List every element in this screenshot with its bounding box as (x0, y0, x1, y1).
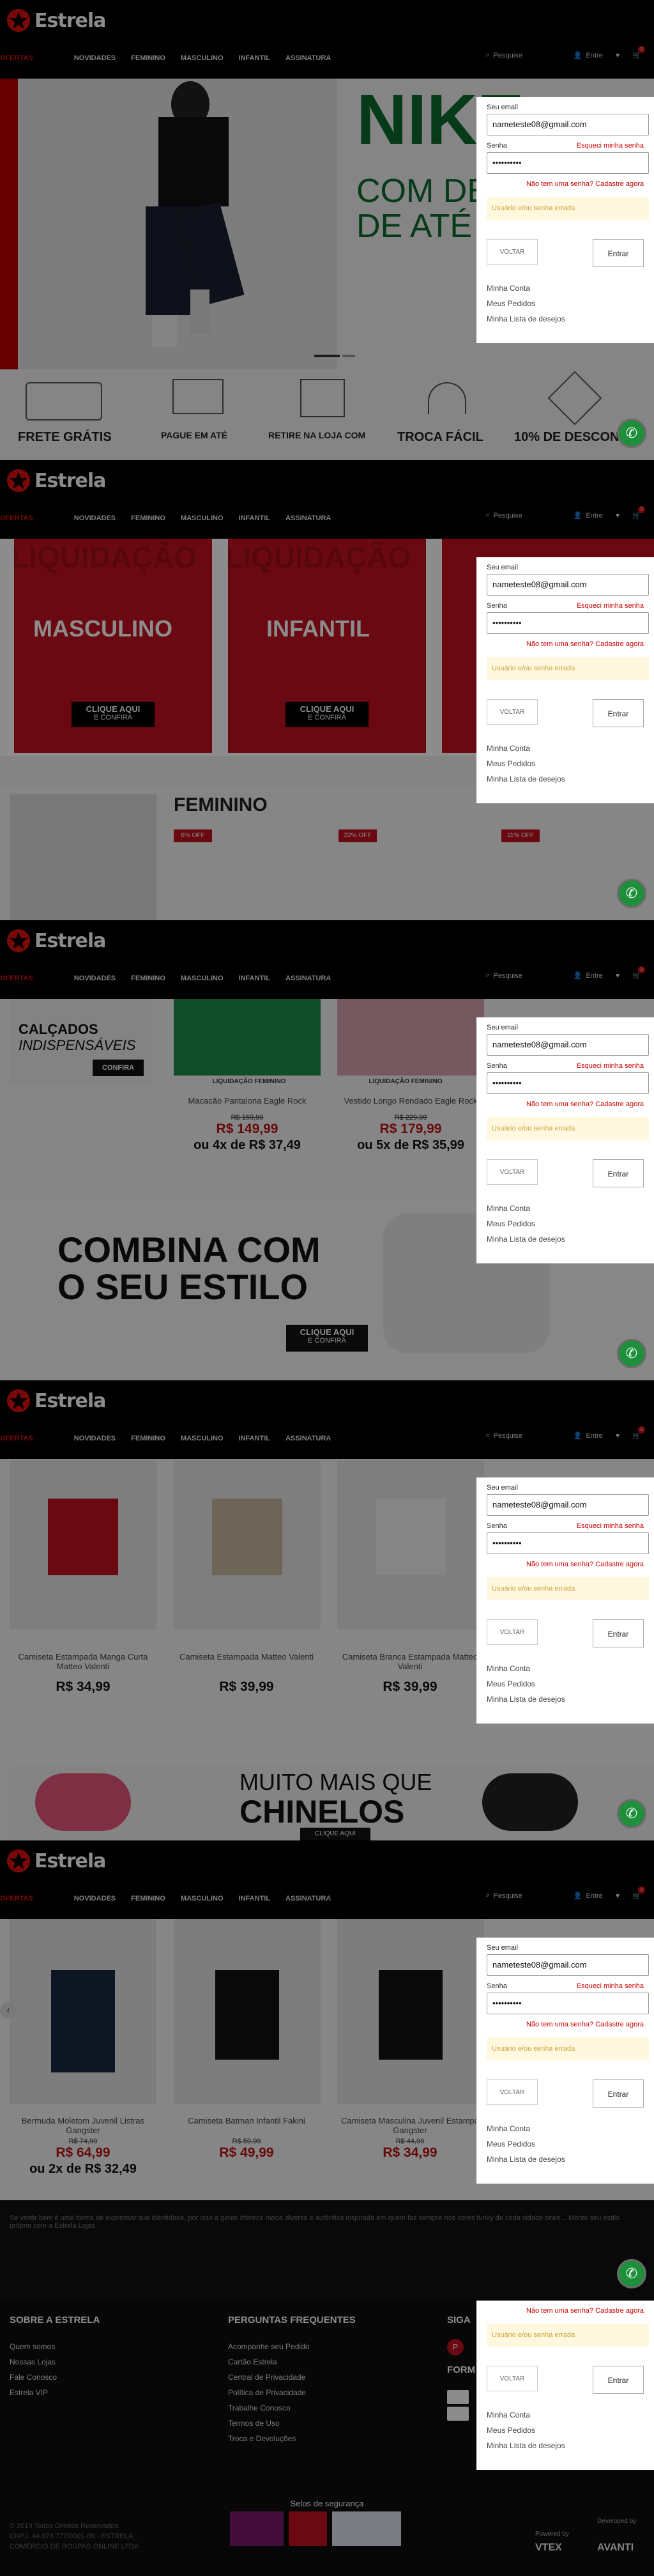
whatsapp-icon: ✆ (625, 2265, 638, 2281)
password-field[interactable]: •••••••••• (487, 152, 649, 174)
login-error-message: Usuário e/ou senha errada (487, 2324, 649, 2347)
wishlist-link[interactable]: Minha Lista de desejos (487, 1235, 649, 1244)
signup-link[interactable]: Não tem uma senha? Cadastre agora (482, 1100, 644, 1108)
password-label: Senha (487, 1062, 507, 1070)
whatsapp-icon: ✆ (625, 1345, 638, 1361)
whatsapp-button[interactable]: ✆ (617, 1339, 646, 1368)
whatsapp-button[interactable]: ✆ (617, 879, 646, 908)
email-label: Seu email (487, 1484, 518, 1492)
my-account-link[interactable]: Minha Conta (487, 2124, 649, 2133)
whatsapp-icon: ✆ (625, 425, 638, 441)
signup-link[interactable]: Não tem uma senha? Cadastre agora (482, 640, 644, 648)
viewport-3: Estrela OFERTAS NOVIDADES FEMININO MASCU… (0, 920, 654, 1380)
wishlist-link[interactable]: Minha Lista de desejos (487, 1695, 649, 1704)
forgot-password-link[interactable]: Esqueci minha senha (577, 1522, 644, 1530)
back-button[interactable]: VOLTAR (487, 2366, 538, 2391)
my-account-link[interactable]: Minha Conta (487, 1204, 649, 1213)
email-field[interactable]: nameteste08@gmail.com (487, 574, 649, 596)
forgot-password-link[interactable]: Esqueci minha senha (577, 1062, 644, 1070)
login-dropdown: Seu email nameteste08@gmail.com SenhaEsq… (476, 2301, 654, 2470)
viewport-5: Estrela OFERTAS NOVIDADES FEMININO MASCU… (0, 1840, 654, 2301)
password-label: Senha (487, 602, 507, 610)
my-orders-link[interactable]: Meus Pedidos (487, 1679, 649, 1688)
login-error-message: Usuário e/ou senha errada (487, 1577, 649, 1600)
login-error-message: Usuário e/ou senha errada (487, 2037, 649, 2060)
my-orders-link[interactable]: Meus Pedidos (487, 2140, 649, 2148)
email-field[interactable]: nameteste08@gmail.com (487, 114, 649, 135)
wishlist-link[interactable]: Minha Lista de desejos (487, 314, 649, 323)
email-label: Seu email (487, 564, 518, 571)
password-label: Senha (487, 1982, 507, 1990)
signup-link[interactable]: Não tem uma senha? Cadastre agora (482, 2021, 644, 2028)
enter-button[interactable]: Entrar (593, 1159, 644, 1187)
email-field[interactable]: nameteste08@gmail.com (487, 1494, 649, 1516)
my-account-link[interactable]: Minha Conta (487, 284, 649, 293)
password-field[interactable]: •••••••••• (487, 1532, 649, 1554)
forgot-password-link[interactable]: Esqueci minha senha (577, 602, 644, 610)
login-dropdown: Seu email nameteste08@gmail.com Senha Esq… (476, 97, 654, 343)
back-button[interactable]: VOLTAR (487, 699, 538, 725)
footer: SOBRE A ESTRELA Quem somos Nossas Lojas … (0, 2301, 654, 2576)
password-field[interactable]: •••••••••• (487, 1072, 649, 1094)
enter-button[interactable]: Entrar (593, 239, 644, 267)
forgot-password-link[interactable]: Esqueci minha senha (577, 1982, 644, 1990)
signup-link[interactable]: Não tem uma senha? Cadastre agora (482, 180, 644, 188)
password-field[interactable]: •••••••••• (487, 1993, 649, 2014)
my-account-link[interactable]: Minha Conta (487, 744, 649, 753)
email-field[interactable]: nameteste08@gmail.com (487, 1954, 649, 1976)
whatsapp-button[interactable]: ✆ (617, 419, 646, 448)
login-dropdown: Seu email nameteste08@gmail.com Senha Esq… (476, 1017, 654, 1263)
login-error-message: Usuário e/ou senha errada (487, 197, 649, 220)
back-button[interactable]: VOLTAR (487, 239, 538, 265)
back-button[interactable]: VOLTAR (487, 1619, 538, 1645)
my-orders-link[interactable]: Meus Pedidos (487, 299, 649, 308)
enter-button[interactable]: Entrar (593, 2366, 644, 2394)
login-dropdown: Seu email nameteste08@gmail.com Senha Esq… (476, 557, 654, 803)
my-orders-link[interactable]: Meus Pedidos (487, 759, 649, 768)
whatsapp-icon: ✆ (625, 885, 638, 901)
wishlist-link[interactable]: Minha Lista de desejos (487, 2441, 649, 2450)
forgot-password-link[interactable]: Esqueci minha senha (577, 142, 644, 150)
whatsapp-button[interactable]: ✆ (617, 2259, 646, 2288)
back-button[interactable]: VOLTAR (487, 1159, 538, 1185)
my-orders-link[interactable]: Meus Pedidos (487, 2426, 649, 2435)
signup-link[interactable]: Não tem uma senha? Cadastre agora (482, 1561, 644, 1568)
email-label: Seu email (487, 1944, 518, 1952)
password-label: Senha (487, 142, 507, 150)
wishlist-link[interactable]: Minha Lista de desejos (487, 775, 649, 783)
login-dropdown: Seu email nameteste08@gmail.com Senha Esq… (476, 1938, 654, 2184)
email-field[interactable]: nameteste08@gmail.com (487, 1034, 649, 1056)
viewport-1: Estrela OFERTAS NOVIDADES FEMININO MASCU… (0, 0, 654, 460)
viewport-2: Estrela OFERTAS NOVIDADES FEMININO MASCU… (0, 460, 654, 920)
email-label: Seu email (487, 1024, 518, 1031)
email-label: Seu email (487, 104, 518, 111)
login-dropdown: Seu email nameteste08@gmail.com Senha Esq… (476, 1477, 654, 1724)
whatsapp-button[interactable]: ✆ (617, 1799, 646, 1828)
my-account-link[interactable]: Minha Conta (487, 2410, 649, 2419)
signup-link[interactable]: Não tem uma senha? Cadastre agora (482, 2307, 644, 2315)
viewport-4: Estrela OFERTAS NOVIDADES FEMININO MASCU… (0, 1380, 654, 1840)
whatsapp-icon: ✆ (625, 1805, 638, 1821)
login-error-message: Usuário e/ou senha errada (487, 1117, 649, 1140)
enter-button[interactable]: Entrar (593, 2079, 644, 2108)
enter-button[interactable]: Entrar (593, 699, 644, 727)
back-button[interactable]: VOLTAR (487, 2079, 538, 2105)
my-account-link[interactable]: Minha Conta (487, 1664, 649, 1673)
my-orders-link[interactable]: Meus Pedidos (487, 1219, 649, 1228)
wishlist-link[interactable]: Minha Lista de desejos (487, 2155, 649, 2164)
enter-button[interactable]: Entrar (593, 1619, 644, 1647)
password-label: Senha (487, 1522, 507, 1530)
login-error-message: Usuário e/ou senha errada (487, 657, 649, 680)
password-field[interactable]: •••••••••• (487, 612, 649, 634)
